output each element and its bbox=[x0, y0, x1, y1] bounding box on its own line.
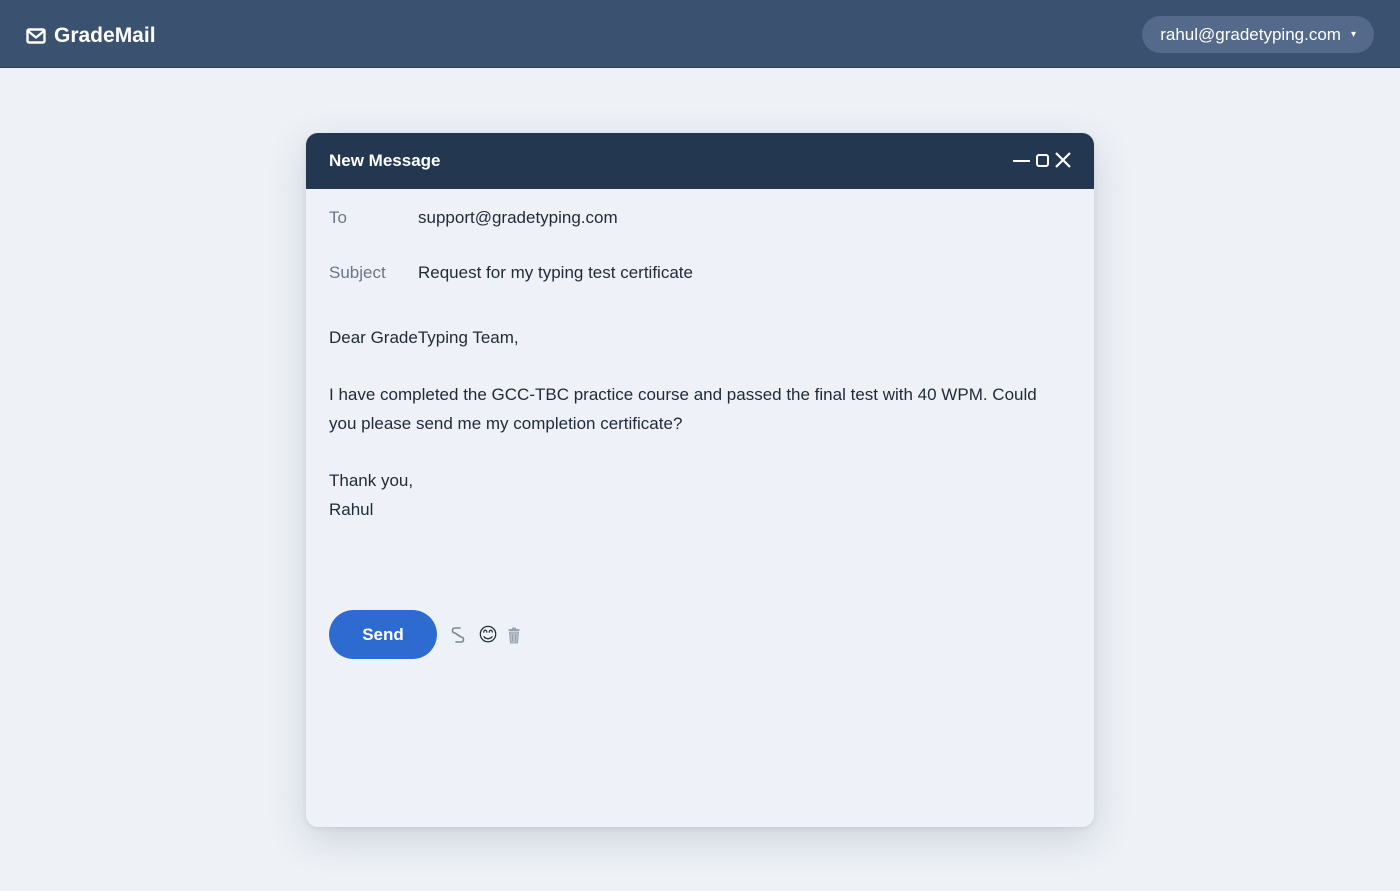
subject-field[interactable]: Request for my typing test certificate bbox=[418, 263, 693, 283]
body-paragraph-line-1: I have completed the GCC-TBC practice co… bbox=[329, 385, 1037, 404]
compose-title: New Message bbox=[329, 151, 441, 170]
body-greeting: Dear GradeTyping Team, bbox=[329, 328, 519, 347]
account-menu[interactable]: rahul@gradetyping.com ▾ bbox=[1142, 16, 1374, 53]
link-icon[interactable] bbox=[450, 623, 466, 647]
emoji-icon[interactable]: 😊 bbox=[476, 623, 500, 647]
send-button[interactable]: Send bbox=[329, 610, 437, 659]
maximize-icon[interactable] bbox=[1035, 150, 1050, 175]
compose-window: New Message To support@gradetyping.com S… bbox=[306, 133, 1094, 827]
to-label: To bbox=[329, 208, 347, 227]
app-brand[interactable]: GradeMail bbox=[26, 22, 156, 50]
body-signoff: Thank you, bbox=[329, 471, 414, 490]
minimize-icon[interactable] bbox=[1012, 150, 1031, 175]
account-email: rahul@gradetyping.com bbox=[1160, 24, 1341, 44]
app-name: GradeMail bbox=[54, 24, 156, 47]
close-icon[interactable] bbox=[1054, 150, 1072, 175]
compose-header[interactable]: New Message bbox=[306, 133, 1094, 189]
body-signature: Rahul bbox=[329, 500, 374, 519]
subject-label: Subject bbox=[329, 263, 386, 282]
envelope-icon bbox=[26, 28, 46, 44]
top-bar: GradeMail rahul@gradetyping.com ▾ bbox=[0, 0, 1400, 68]
trash-icon[interactable] bbox=[507, 623, 521, 647]
body-paragraph-line-2: you please send me my completion certifi… bbox=[329, 414, 683, 433]
chevron-down-icon: ▾ bbox=[1350, 29, 1356, 40]
to-field[interactable]: support@gradetyping.com bbox=[418, 208, 618, 228]
window-controls bbox=[1012, 150, 1072, 175]
